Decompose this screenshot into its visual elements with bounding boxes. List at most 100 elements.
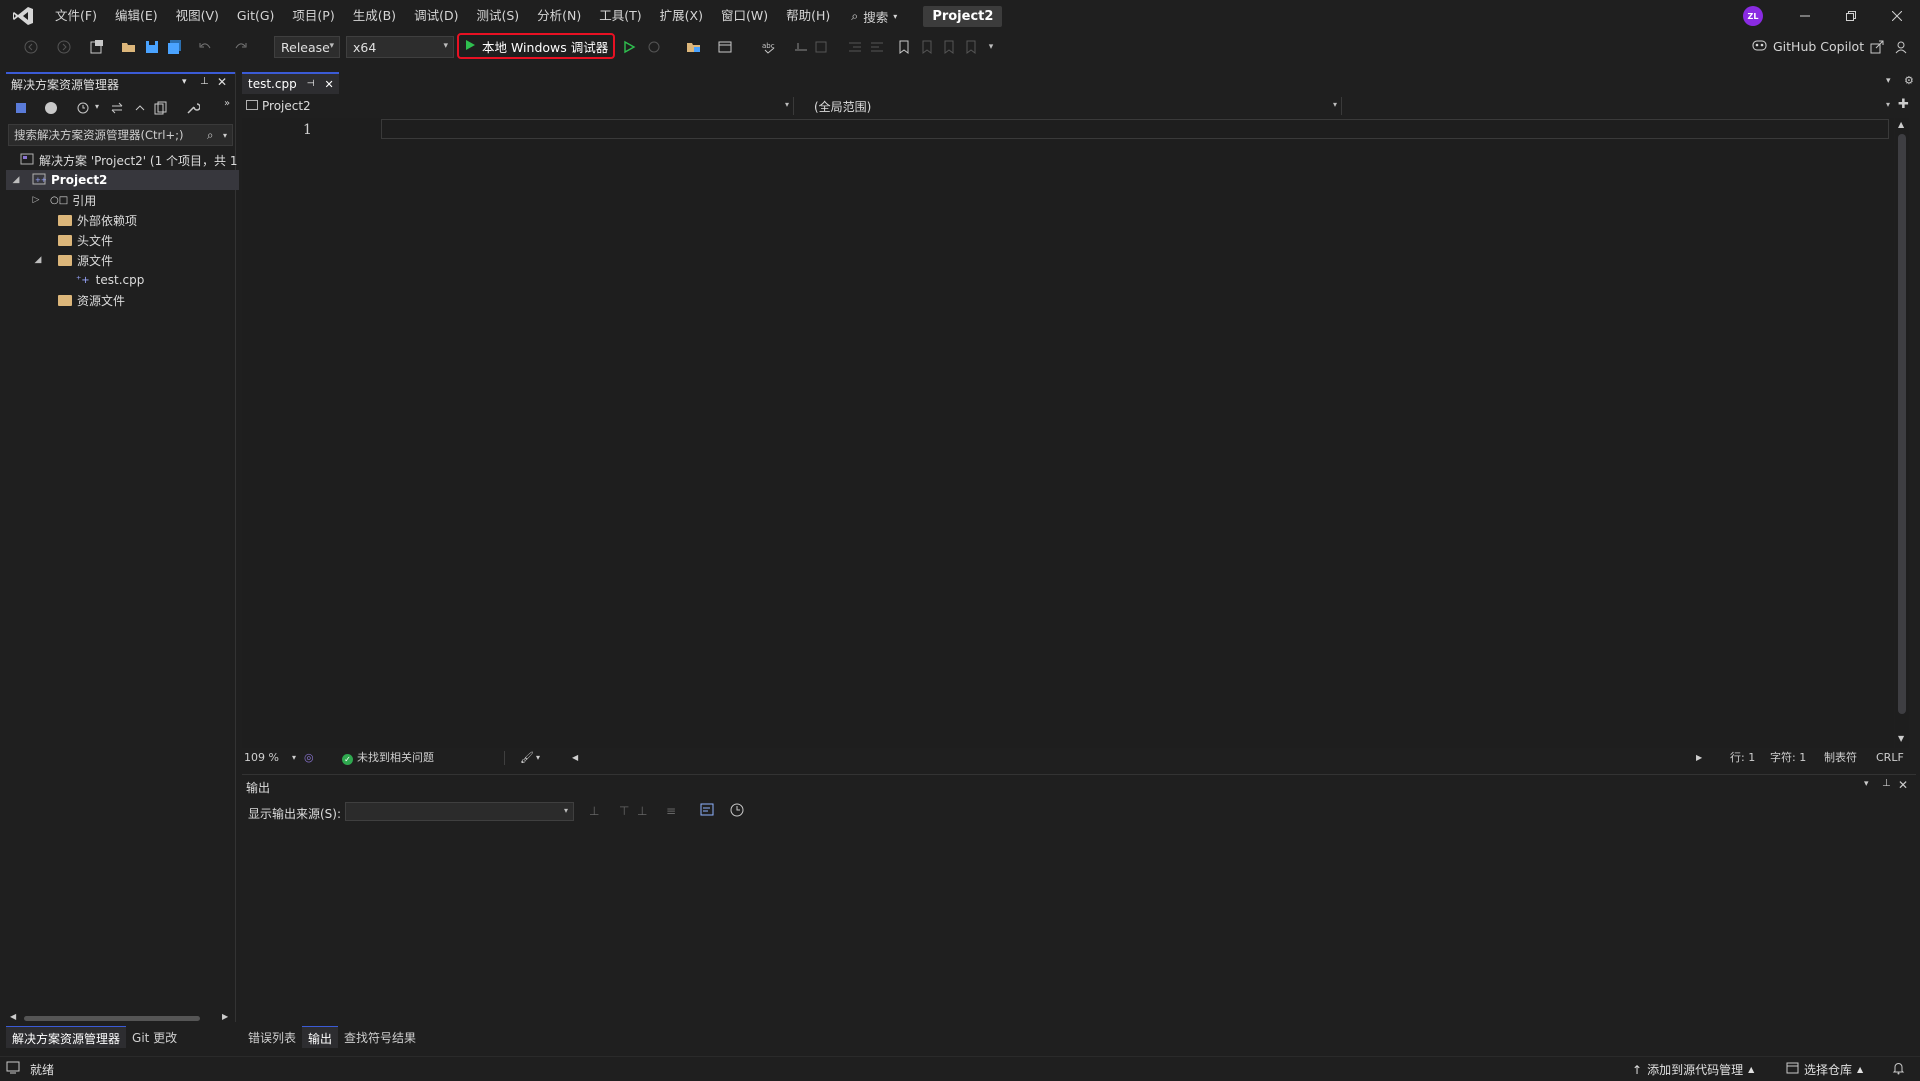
chevron-down-icon[interactable]: ▾ [223, 126, 227, 146]
chevron-down-icon[interactable]: ▾ [95, 102, 99, 111]
toolbar-overflow-icon[interactable]: ▾ [982, 38, 1000, 56]
restore-icon[interactable] [1828, 0, 1874, 32]
share-icon[interactable] [1868, 38, 1886, 56]
start-debugging-button[interactable]: 本地 Windows 调试器 [457, 33, 615, 59]
line-ending[interactable]: CRLF [1876, 750, 1904, 766]
project-scope-dropdown[interactable]: Project2 ▾ [242, 97, 794, 115]
scroll-up-icon[interactable]: ▲ [1898, 120, 1904, 129]
solution-explorer-search-input[interactable]: 搜索解决方案资源管理器(Ctrl+;) ⌕ ▾ [8, 124, 233, 146]
tree-item-source-files[interactable]: ◢ 源文件 [6, 250, 261, 270]
clear-bookmarks-icon[interactable] [962, 38, 980, 56]
member-dropdown[interactable]: ▾ [1342, 97, 1894, 115]
horizontal-scrollbar[interactable]: ◀ ▶ [8, 1012, 232, 1024]
panel-menu-icon[interactable]: ▾ [1864, 779, 1869, 789]
menu-view[interactable]: 视图(V) [167, 0, 228, 32]
switch-views-icon[interactable] [14, 101, 28, 118]
user-avatar[interactable]: ZL [1743, 6, 1763, 26]
notifications-bell-icon[interactable] [1892, 1061, 1905, 1078]
tree-item-solution[interactable]: 解决方案 'Project2' (1 个项目，共 1 [6, 150, 249, 170]
code-cleanup-brush-icon[interactable]: 🖌 [520, 750, 534, 766]
menu-extensions[interactable]: 扩展(X) [651, 0, 712, 32]
intellicode-icon[interactable]: ◎ [304, 750, 314, 766]
menu-file[interactable]: 文件(F) [46, 0, 106, 32]
search-menu-button[interactable]: ⌕ 搜索 ▾ [839, 0, 909, 32]
settings-gear-icon[interactable]: ⚙ [1904, 74, 1914, 87]
home-icon[interactable] [44, 101, 58, 118]
add-to-source-control-button[interactable]: ↑ 添加到源代码管理 ▲ [1632, 1061, 1754, 1078]
global-scope-dropdown[interactable]: (全局范围) ▾ [804, 97, 1342, 115]
menu-tools[interactable]: 工具(T) [590, 0, 650, 32]
comment-icon[interactable] [792, 38, 810, 56]
outdent-icon[interactable] [846, 38, 864, 56]
tab-find-symbol-results[interactable]: 查找符号结果 [338, 1026, 422, 1048]
char-position[interactable]: 字符: 1 [1770, 750, 1806, 766]
minimize-icon[interactable] [1782, 0, 1828, 32]
panel-menu-icon[interactable]: ▾ [182, 77, 187, 87]
previous-bookmark-icon[interactable] [918, 38, 936, 56]
line-position[interactable]: 行: 1 [1730, 750, 1755, 766]
zoom-level[interactable]: 109 % [244, 750, 279, 766]
go-to-line-icon[interactable]: ⊥ [589, 804, 599, 818]
properties-wrench-icon[interactable] [186, 101, 201, 118]
save-icon[interactable] [143, 38, 161, 56]
clock-icon[interactable] [730, 803, 744, 820]
uncomment-icon[interactable] [813, 38, 831, 56]
tab-solution-explorer[interactable]: 解决方案资源管理器 [6, 1026, 127, 1048]
spell-check-icon[interactable]: abc [760, 38, 778, 56]
indentation-mode[interactable]: 制表符 [1824, 750, 1857, 766]
tab-output[interactable]: 输出 [302, 1026, 339, 1048]
menu-test[interactable]: 测试(S) [467, 0, 528, 32]
menu-window[interactable]: 窗口(W) [712, 0, 777, 32]
platform-dropdown[interactable]: x64 ▾ [346, 36, 454, 58]
next-message-icon[interactable]: ⊥ [637, 804, 647, 818]
start-without-debugging-icon[interactable] [620, 38, 638, 56]
tab-error-list[interactable]: 错误列表 [242, 1026, 302, 1048]
sync-icon[interactable] [110, 101, 124, 118]
scroll-left-icon[interactable]: ◀ [572, 750, 578, 766]
tab-git-changes[interactable]: Git 更改 [126, 1026, 183, 1048]
undo-icon[interactable] [196, 38, 214, 56]
layout-icon[interactable] [716, 38, 734, 56]
previous-message-icon[interactable]: ⊤ [619, 804, 629, 818]
show-all-files-icon[interactable] [154, 101, 168, 118]
menu-git[interactable]: Git(G) [228, 0, 284, 32]
tab-list-dropdown-icon[interactable]: ▾ [1886, 76, 1891, 86]
menu-project[interactable]: 项目(P) [283, 0, 343, 32]
chevron-down-icon[interactable]: ▾ [536, 750, 540, 766]
collapse-all-icon[interactable] [133, 101, 147, 118]
menu-debug[interactable]: 调试(D) [405, 0, 467, 32]
output-source-dropdown[interactable]: ▾ [345, 802, 574, 821]
code-editor[interactable]: 1 [242, 118, 1894, 748]
bookmark-icon[interactable] [895, 38, 913, 56]
search-icon[interactable]: ⌕ [207, 125, 213, 145]
browse-files-icon[interactable] [685, 38, 703, 56]
clear-all-icon[interactable]: ≡ [666, 804, 676, 818]
forward-icon[interactable] [55, 38, 73, 56]
word-wrap-icon[interactable] [700, 803, 714, 819]
open-folder-icon[interactable] [120, 38, 138, 56]
redo-icon[interactable] [232, 38, 250, 56]
close-tab-icon[interactable]: ✕ [325, 78, 334, 91]
menu-edit[interactable]: 编辑(E) [106, 0, 167, 32]
save-all-icon[interactable] [165, 38, 183, 56]
scroll-left-icon[interactable]: ◀ [10, 1012, 16, 1021]
indent-icon[interactable] [868, 38, 886, 56]
close-panel-icon[interactable]: ✕ [217, 75, 227, 89]
tree-item-project[interactable]: ◢ ++ Project2 [6, 170, 239, 190]
tree-item-references[interactable]: ▷ ○□ 引用 [6, 190, 259, 210]
close-window-icon[interactable] [1874, 0, 1920, 32]
scroll-right-icon[interactable]: ▶ [222, 1012, 228, 1021]
pin-icon[interactable]: ⊥ [200, 76, 209, 87]
feedback-icon[interactable] [1892, 38, 1910, 56]
issues-indicator[interactable]: ✓ 未找到相关问题 [342, 750, 434, 766]
scroll-right-icon[interactable]: ▶ [1696, 750, 1702, 766]
scroll-down-icon[interactable]: ▼ [1898, 734, 1904, 743]
vertical-scrollbar[interactable]: ▲ ▼ [1895, 118, 1909, 748]
split-editor-icon[interactable]: ✚ [1898, 97, 1909, 112]
menu-analyze[interactable]: 分析(N) [528, 0, 590, 32]
scrollbar-thumb[interactable] [24, 1016, 200, 1021]
chevron-down-icon[interactable]: ▾ [292, 750, 296, 766]
back-icon[interactable] [22, 38, 40, 56]
configuration-dropdown[interactable]: Release ▾ [274, 36, 340, 58]
hot-reload-icon[interactable] [645, 38, 663, 56]
